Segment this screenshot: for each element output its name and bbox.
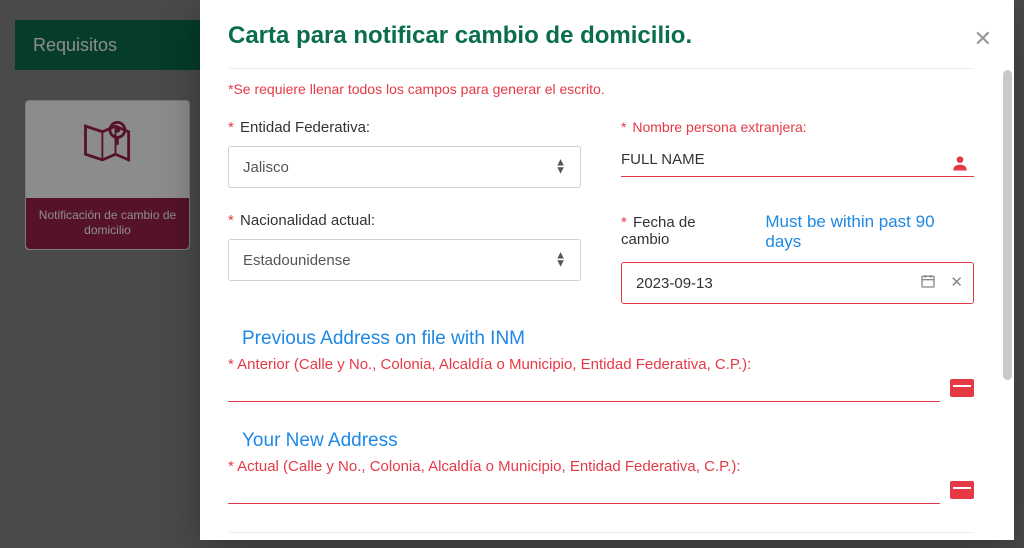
row-anterior	[228, 379, 974, 402]
clear-date-icon[interactable]: ✕	[950, 273, 963, 293]
block-previous-address: Previous Address on file with INM * Ante…	[228, 328, 974, 402]
fecha-value: 2023-09-13	[636, 275, 713, 292]
annotation-new-address: Your New Address	[242, 430, 974, 452]
label-nombre-text: Nombre persona extranjera:	[632, 119, 806, 135]
address-card-icon	[950, 481, 974, 504]
label-actual: * Actual (Calle y No., Colonia, Alcaldía…	[228, 458, 974, 475]
annotation-prev-address: Previous Address on file with INM	[242, 328, 974, 350]
select-entidad-value: Jalisco	[243, 159, 289, 176]
modal-dialog: ✕ Carta para notificar cambio de domicil…	[200, 0, 1014, 540]
label-entidad-text: Entidad Federativa:	[240, 119, 370, 136]
label-nacionalidad-text: Nacionalidad actual:	[240, 212, 375, 229]
captcha-row: eepT YS2pT ys2 * Código Captcha	[228, 532, 974, 540]
person-icon	[950, 153, 970, 178]
col-nacionalidad: * Nacionalidad actual: Estadounidense ▲▼	[228, 212, 581, 304]
input-actual[interactable]	[228, 482, 940, 504]
asterisk: *	[621, 214, 627, 231]
row-nacionalidad-fecha: * Nacionalidad actual: Estadounidense ▲▼…	[228, 212, 974, 304]
divider	[228, 68, 974, 69]
col-nombre: * Nombre persona extranjera:	[621, 119, 974, 188]
date-controls: ✕	[920, 273, 963, 293]
input-fecha[interactable]: 2023-09-13 ✕	[621, 262, 974, 304]
input-nombre[interactable]	[621, 145, 974, 177]
modal-title: Carta para notificar cambio de domicilio…	[228, 22, 974, 50]
address-card-icon	[950, 379, 974, 402]
block-new-address: Your New Address * Actual (Calle y No., …	[228, 430, 974, 504]
col-entidad: * Entidad Federativa: Jalisco ▲▼	[228, 119, 581, 188]
annotation-date-hint: Must be within past 90 days	[765, 212, 974, 252]
col-fecha: * Fecha de cambio Must be within past 90…	[621, 212, 974, 304]
label-fecha: * Fecha de cambio	[621, 214, 747, 248]
row-actual	[228, 481, 974, 504]
calendar-icon[interactable]	[920, 273, 936, 293]
modal-body: Carta para notificar cambio de domicilio…	[200, 0, 1014, 540]
asterisk: *	[228, 119, 234, 136]
asterisk: *	[228, 212, 234, 229]
select-nacionalidad[interactable]: Estadounidense ▲▼	[228, 239, 581, 281]
scrollbar[interactable]	[1003, 70, 1012, 380]
label-nombre: * Nombre persona extranjera:	[621, 119, 974, 135]
row-entidad-nombre: * Entidad Federativa: Jalisco ▲▼ * Nombr…	[228, 119, 974, 188]
label-anterior: * Anterior (Calle y No., Colonia, Alcald…	[228, 356, 974, 373]
label-entidad: * Entidad Federativa:	[228, 119, 581, 136]
label-fecha-text: Fecha de cambio	[621, 214, 696, 248]
asterisk: *	[621, 119, 626, 135]
select-nacionalidad-value: Estadounidense	[243, 252, 351, 269]
chevron-updown-icon: ▲▼	[555, 252, 566, 267]
input-anterior[interactable]	[228, 380, 940, 402]
label-nacionalidad: * Nacionalidad actual:	[228, 212, 581, 229]
required-note: *Se requiere llenar todos los campos par…	[228, 81, 974, 97]
close-icon[interactable]: ✕	[974, 28, 992, 50]
select-entidad[interactable]: Jalisco ▲▼	[228, 146, 581, 188]
chevron-updown-icon: ▲▼	[555, 159, 566, 174]
